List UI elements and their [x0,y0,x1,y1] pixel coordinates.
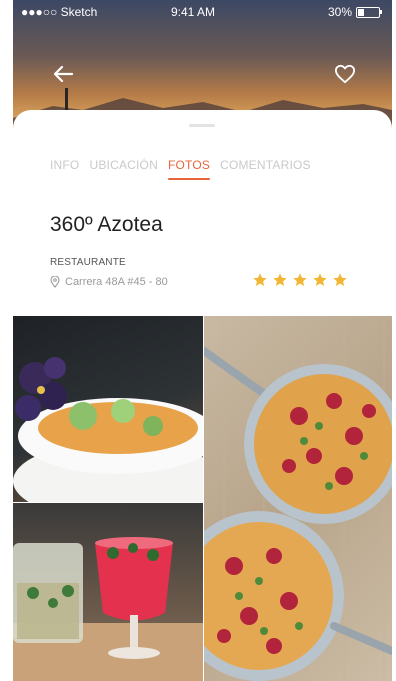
photo-grid [13,316,392,681]
battery-indicator: 30% [327,5,382,19]
star-icon [333,273,347,286]
photo-drinks[interactable] [13,503,203,681]
battery-icon [356,6,382,18]
rating-stars [252,272,348,288]
star-icon [253,273,267,286]
photo-drinks-image [13,537,203,681]
location-pin-icon [50,276,60,288]
photo-pizzas-image [204,316,392,681]
photo-pizzas[interactable] [204,316,392,681]
favorite-button[interactable] [331,60,359,88]
tab-fotos[interactable]: FOTOS [167,158,211,180]
battery-percent: 30% [327,5,352,19]
status-bar: ●●●○○ Sketch 9:41 AM 30% [13,0,392,22]
photo-ceviche-bowl-image [13,357,203,502]
heart-outline-icon [334,64,355,84]
venue-address: Carrera 48A #45 - 80 [50,276,168,288]
tab-comentarios[interactable]: COMENTARIOS [220,158,311,180]
carrier-label: ●●●○○ Sketch [21,5,98,19]
address-text: Carrera 48A #45 - 80 [65,276,168,288]
star-icon [273,273,287,286]
tab-bar: INFO UBICACIÓN FOTOS COMENTARIOS [50,158,321,180]
app-screen: ●●●○○ Sketch 9:41 AM 30% INFO UBICACIÓN … [13,0,392,681]
venue-category: RESTAURANTE [50,257,126,268]
tab-ubicacion[interactable]: UBICACIÓN [89,158,157,180]
drag-handle[interactable] [189,124,215,127]
photo-ceviche-bowl[interactable] [13,316,203,502]
tab-info[interactable]: INFO [50,158,79,180]
star-icon [313,273,327,286]
details-sheet: INFO UBICACIÓN FOTOS COMENTARIOS 360º Az… [13,110,392,330]
star-icon [293,273,307,286]
clock-label: 9:41 AM [171,5,216,19]
arrow-left-icon [53,65,74,83]
back-button[interactable] [49,60,77,88]
venue-title: 360º Azotea [50,213,163,236]
